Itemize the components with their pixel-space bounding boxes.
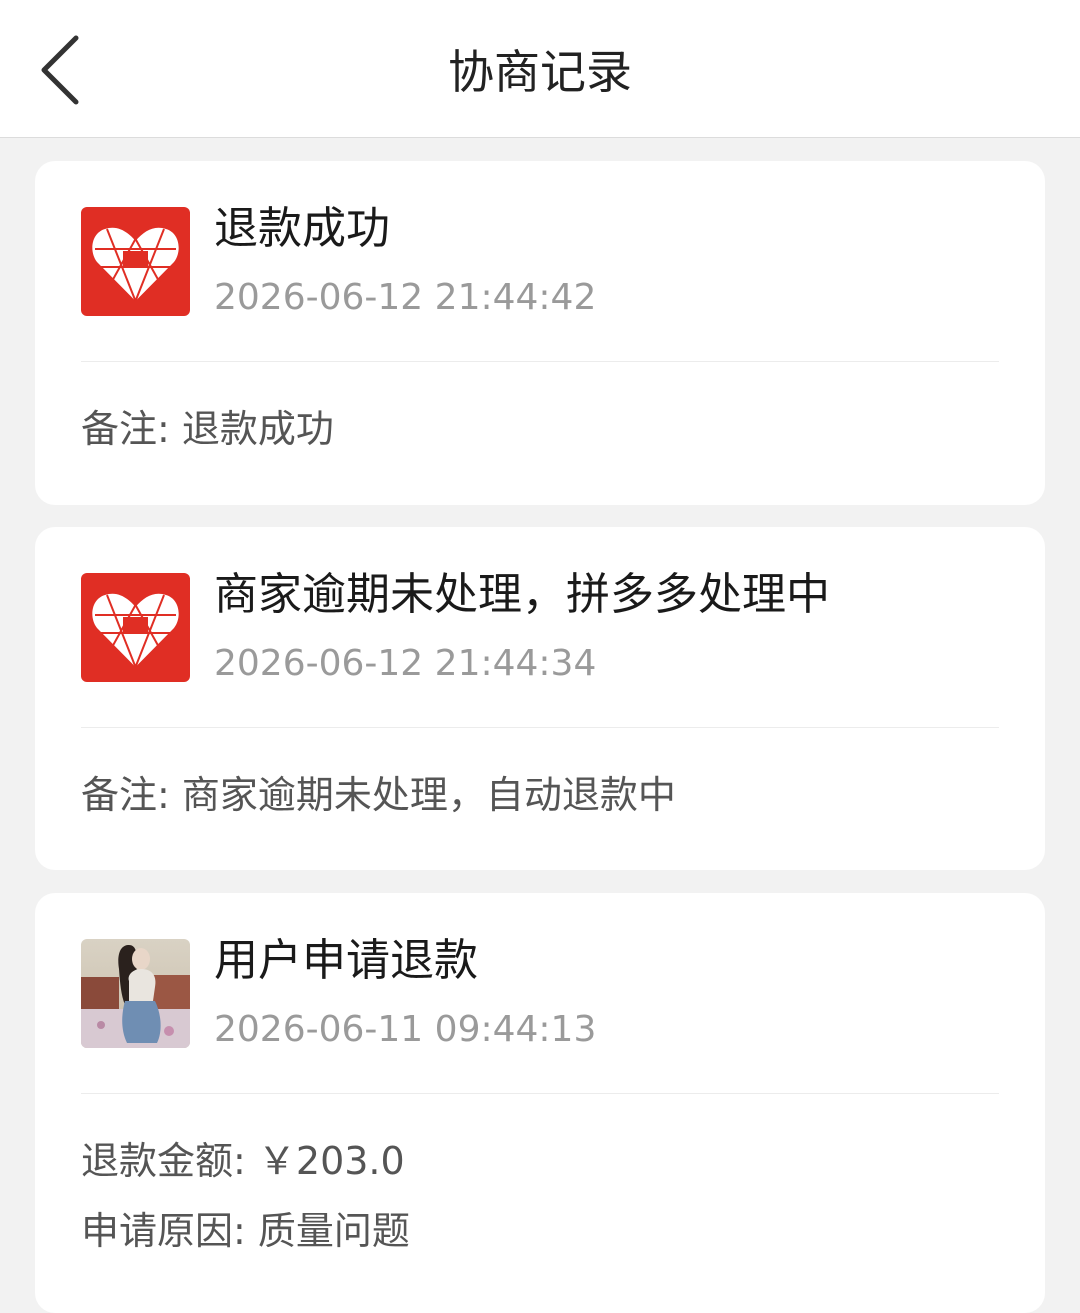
negotiation-record-card: 用户申请退款 2026-06-11 09:44:13 退款金额: ￥203.0 … <box>35 893 1045 1313</box>
negotiation-record-card: 退款成功 2026-06-12 21:44:42 备注: 退款成功 <box>35 161 1045 505</box>
pinduoduo-logo-icon <box>81 207 190 316</box>
divider <box>81 361 999 362</box>
record-title: 商家逾期未处理，拼多多处理中 <box>214 569 830 620</box>
pinduoduo-logo-icon <box>81 573 190 682</box>
remark-row: 备注: 退款成功 <box>81 407 334 451</box>
remark-label: 备注 <box>81 407 158 451</box>
user-avatar <box>81 939 190 1048</box>
refund-amount-value: ￥203.0 <box>257 1139 405 1183</box>
remark-value: 退款成功 <box>181 407 334 451</box>
refund-amount-row: 退款金额: ￥203.0 <box>81 1139 405 1183</box>
remark-value: 商家逾期未处理，自动退款中 <box>181 773 676 817</box>
top-nav-bar: 协商记录 <box>0 0 1080 138</box>
refund-reason-label: 申请原因 <box>81 1209 234 1253</box>
page-title: 协商记录 <box>448 45 632 99</box>
refund-amount-label: 退款金额 <box>81 1139 234 1183</box>
refund-reason-value: 质量问题 <box>257 1209 410 1253</box>
record-time: 2026-06-11 09:44:13 <box>214 1009 597 1050</box>
remark-row: 备注: 商家逾期未处理，自动退款中 <box>81 773 676 817</box>
record-title: 退款成功 <box>214 203 390 254</box>
remark-label: 备注 <box>81 773 158 817</box>
record-time: 2026-06-12 21:44:34 <box>214 643 597 684</box>
divider <box>81 1093 999 1094</box>
divider <box>81 727 999 728</box>
negotiation-record-card: 商家逾期未处理，拼多多处理中 2026-06-12 21:44:34 备注: 商… <box>35 527 1045 870</box>
refund-reason-row: 申请原因: 质量问题 <box>81 1209 410 1253</box>
record-title: 用户申请退款 <box>214 935 478 986</box>
record-time: 2026-06-12 21:44:42 <box>214 277 597 318</box>
